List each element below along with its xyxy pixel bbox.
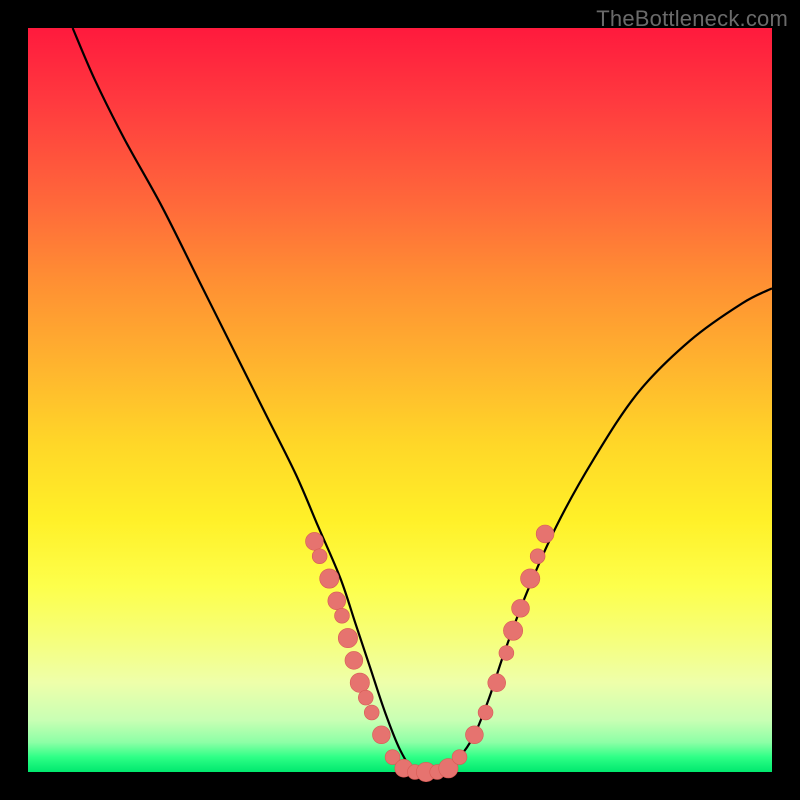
- curve-marker: [499, 646, 514, 661]
- curve-marker: [338, 628, 357, 647]
- curve-marker: [312, 549, 327, 564]
- curve-marker: [488, 674, 506, 692]
- curve-marker: [372, 726, 390, 744]
- chart-svg: [28, 28, 772, 772]
- chart-frame: TheBottleneck.com: [0, 0, 800, 800]
- watermark-text: TheBottleneck.com: [596, 6, 788, 32]
- curve-marker: [521, 569, 540, 588]
- curve-marker: [350, 673, 369, 692]
- curve-marker: [452, 750, 467, 765]
- bottleneck-curve: [73, 28, 772, 774]
- curve-marker: [358, 690, 373, 705]
- curve-markers: [306, 525, 554, 782]
- curve-marker: [530, 549, 545, 564]
- curve-marker: [478, 705, 493, 720]
- curve-marker: [465, 726, 483, 744]
- curve-marker: [328, 592, 346, 610]
- curve-marker: [320, 569, 339, 588]
- curve-marker: [364, 705, 379, 720]
- curve-marker: [306, 532, 324, 550]
- chart-plot-area: [28, 28, 772, 772]
- curve-marker: [503, 621, 522, 640]
- curve-marker: [512, 599, 530, 617]
- curve-marker: [536, 525, 554, 543]
- curve-marker: [345, 651, 363, 669]
- curve-marker: [335, 608, 350, 623]
